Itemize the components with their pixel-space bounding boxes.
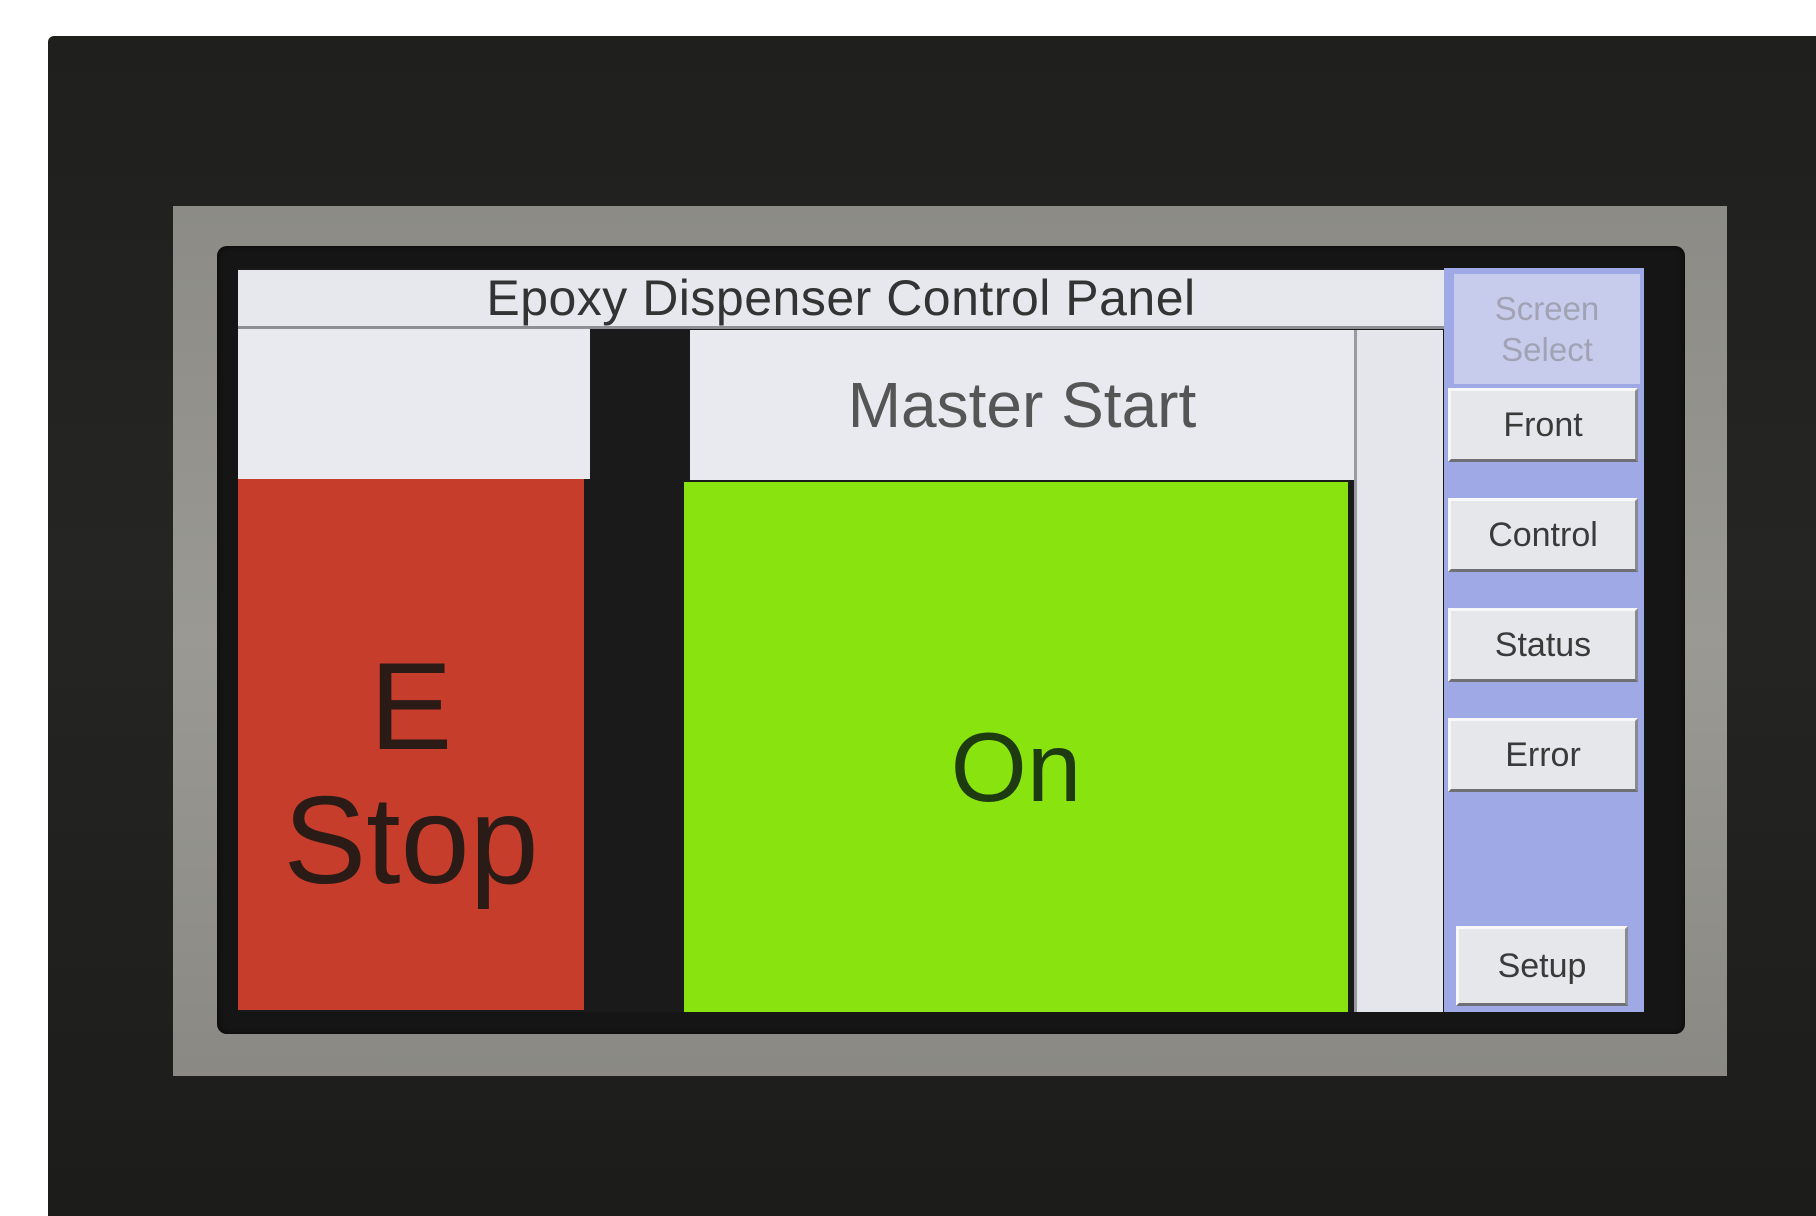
nav-setup-button[interactable]: Setup [1456, 926, 1628, 1006]
screen-select-panel: Screen Select Front Control Status Error… [1444, 268, 1644, 1012]
master-start-header: Master Start [690, 330, 1354, 480]
screen-select-title: Screen Select [1454, 274, 1640, 384]
nav-error-button[interactable]: Error [1448, 718, 1638, 792]
emergency-stop-button[interactable]: E Stop [238, 479, 584, 1010]
screen-select-title-line1: Screen [1494, 289, 1600, 327]
vertical-scrollbar[interactable] [1354, 330, 1443, 1012]
master-start-state: On [950, 711, 1082, 822]
page-title: Epoxy Dispenser Control Panel [238, 270, 1444, 329]
estop-header [238, 329, 590, 479]
estop-label-line2: Stop [283, 771, 539, 910]
nav-status-button[interactable]: Status [1448, 608, 1638, 682]
estop-label-line1: E [369, 637, 453, 776]
master-start-button[interactable]: On [684, 482, 1348, 1012]
hmi-screen: Epoxy Dispenser Control Panel E Stop Mas… [238, 268, 1644, 1012]
screen-select-title-line2: Select [1501, 331, 1593, 368]
nav-front-button[interactable]: Front [1448, 388, 1638, 462]
nav-control-button[interactable]: Control [1448, 498, 1638, 572]
